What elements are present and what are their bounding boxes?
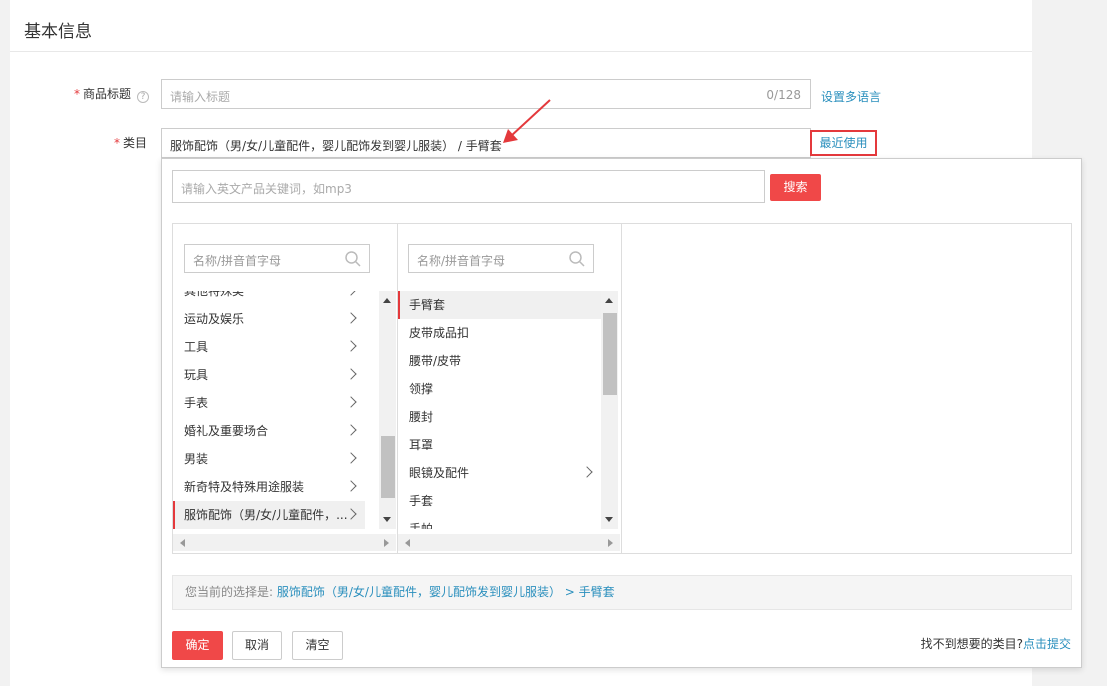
category-item-label: 眼镜及配件 (409, 466, 470, 480)
cancel-button[interactable]: 取消 (232, 631, 282, 660)
chevron-right-icon (345, 396, 357, 408)
required-mark: * (114, 136, 120, 150)
category-item[interactable]: 腰带/皮带 (398, 347, 601, 375)
category-picker: 名称/拼音首字母 其他特殊类运动及娱乐工具玩具手表婚礼及重要场合 男装新奇特及特殊… (172, 223, 1072, 554)
scroll-thumb[interactable] (603, 313, 617, 395)
help-icon[interactable]: ? (137, 91, 150, 103)
category-item-label: 新奇特及特殊用途服装 (184, 480, 305, 494)
category-item-label: 腰带/皮带 (409, 354, 462, 368)
category-item[interactable]: 腰封 (398, 403, 601, 431)
category-item-label: 其他特殊类 (184, 284, 245, 298)
level1-list: 其他特殊类运动及娱乐工具玩具手表婚礼及重要场合 男装新奇特及特殊用途服装服饰配饰（… (173, 284, 365, 529)
category-label-row: * 类目 (114, 134, 147, 151)
filter-placeholder: 名称/拼音首字母 (417, 254, 506, 268)
panel-header: 基本信息 (10, 0, 1032, 52)
category-item[interactable]: 新奇特及特殊用途服装 (173, 473, 365, 501)
title-placeholder: 请输入标题 (170, 90, 231, 104)
category-item-label: 工具 (184, 340, 209, 354)
scroll-down-icon[interactable] (605, 517, 613, 522)
category-item-label: 手臂套 (409, 298, 446, 312)
category-field[interactable]: 服饰配饰（男/女/儿童配件，婴儿配饰发到婴儿服装） / 手臂套 (161, 128, 811, 158)
level2-horizontal-scrollbar[interactable] (398, 534, 620, 551)
category-item-label: 手表 (184, 396, 209, 410)
current-selection-bar: 您当前的选择是: 服饰配饰（男/女/儿童配件，婴儿配饰发到婴儿服装） > 手臂套 (172, 575, 1072, 610)
search-icon (569, 251, 585, 267)
chevron-right-icon (345, 452, 357, 464)
category-item[interactable]: 手表 (173, 389, 365, 417)
level2-vertical-scrollbar[interactable] (601, 291, 618, 529)
not-found-text: 找不到想要的类目? (920, 637, 1023, 651)
title-label: 商品标题 (83, 87, 132, 101)
search-button[interactable]: 搜索 (770, 174, 821, 201)
category-item[interactable]: 婚礼及重要场合 (173, 417, 365, 445)
level1-vertical-scrollbar[interactable] (379, 291, 396, 529)
level2-filter-input[interactable]: 名称/拼音首字母 (408, 244, 594, 273)
category-item[interactable]: 耳罩 (398, 431, 601, 459)
current-selection-path[interactable]: 服饰配饰（男/女/儿童配件，婴儿配饰发到婴儿服装） > 手臂套 (277, 585, 615, 599)
category-item[interactable]: 服饰配饰（男/女/儿童配件，... (173, 501, 365, 529)
chevron-right-icon (345, 312, 357, 324)
required-mark: * (74, 87, 80, 101)
level1-horizontal-scrollbar[interactable] (173, 534, 396, 551)
scroll-left-icon[interactable] (405, 539, 410, 547)
category-item-label: 男装 (184, 452, 209, 466)
title-char-counter: 0/128 (766, 88, 801, 102)
level1-filter-input[interactable]: 名称/拼音首字母 (184, 244, 370, 273)
title-input[interactable]: 请输入标题 0/128 (161, 79, 811, 109)
multi-language-link[interactable]: 设置多语言 (821, 88, 881, 105)
category-item-label: 手帕 (409, 522, 434, 529)
chevron-right-icon (345, 424, 357, 436)
current-selection-prefix: 您当前的选择是: (185, 585, 274, 599)
not-found-prompt: 找不到想要的类目?点击提交 (921, 635, 1071, 652)
category-item-label: 领撑 (409, 382, 434, 396)
confirm-button[interactable]: 确定 (172, 631, 223, 660)
category-item[interactable]: 手套 (398, 487, 601, 515)
category-item-label: 皮带成品扣 (409, 326, 470, 340)
scroll-right-icon[interactable] (384, 539, 389, 547)
category-item[interactable]: 男装 (173, 445, 365, 473)
scroll-up-icon[interactable] (605, 298, 613, 303)
category-item[interactable]: 手帕 (398, 515, 601, 529)
scroll-down-icon[interactable] (383, 517, 391, 522)
category-item-label: 运动及娱乐 (184, 312, 245, 326)
chevron-right-icon (581, 466, 593, 478)
category-item-label: 耳罩 (409, 438, 434, 452)
clear-button[interactable]: 清空 (292, 631, 343, 660)
scroll-up-icon[interactable] (383, 298, 391, 303)
level2-list: 手臂套皮带成品扣腰带/皮带领撑腰封耳罩眼镜及配件手套手帕 (398, 291, 601, 529)
chevron-right-icon (345, 480, 357, 492)
recent-used-button[interactable]: 最近使用 (810, 130, 877, 156)
keyword-search-input[interactable]: 请输入英文产品关键词，如mp3 (172, 170, 765, 203)
category-item[interactable]: 手臂套 (398, 291, 601, 319)
search-icon (345, 251, 361, 267)
category-column-level2: 名称/拼音首字母 手臂套皮带成品扣腰带/皮带领撑腰封耳罩眼镜及配件手套手帕 (398, 224, 622, 553)
scroll-left-icon[interactable] (180, 539, 185, 547)
category-item[interactable]: 眼镜及配件 (398, 459, 601, 487)
category-item[interactable]: 皮带成品扣 (398, 319, 601, 347)
submit-category-link[interactable]: 点击提交 (1023, 637, 1071, 651)
scroll-thumb[interactable] (381, 436, 395, 498)
category-item[interactable]: 其他特殊类 (173, 284, 365, 305)
chevron-right-icon (345, 340, 357, 352)
chevron-right-icon (345, 368, 357, 380)
category-item-label: 服饰配饰（男/女/儿童配件，... (184, 508, 348, 522)
title-label-row: * 商品标题? (74, 85, 150, 103)
category-picker-popup: 请输入英文产品关键词，如mp3 搜索 名称/拼音首字母 其他特殊类运动及娱乐工具… (161, 158, 1082, 668)
chevron-right-icon (345, 291, 357, 296)
category-column-level1: 名称/拼音首字母 其他特殊类运动及娱乐工具玩具手表婚礼及重要场合 男装新奇特及特殊… (173, 224, 398, 553)
category-item[interactable]: 工具 (173, 333, 365, 361)
category-item[interactable]: 运动及娱乐 (173, 305, 365, 333)
filter-placeholder: 名称/拼音首字母 (193, 254, 282, 268)
category-label: 类目 (123, 136, 148, 150)
keyword-placeholder: 请输入英文产品关键词，如mp3 (181, 182, 352, 196)
category-item-label: 婚礼及重要场合 (184, 424, 269, 438)
category-item-label: 腰封 (409, 410, 434, 424)
scroll-right-icon[interactable] (608, 539, 613, 547)
category-item-label: 手套 (409, 494, 434, 508)
category-value: 服饰配饰（男/女/儿童配件，婴儿配饰发到婴儿服装） / 手臂套 (170, 139, 502, 153)
category-item[interactable]: 玩具 (173, 361, 365, 389)
category-item[interactable]: 领撑 (398, 375, 601, 403)
category-item-label: 玩具 (184, 368, 209, 382)
section-title: 基本信息 (24, 22, 92, 42)
